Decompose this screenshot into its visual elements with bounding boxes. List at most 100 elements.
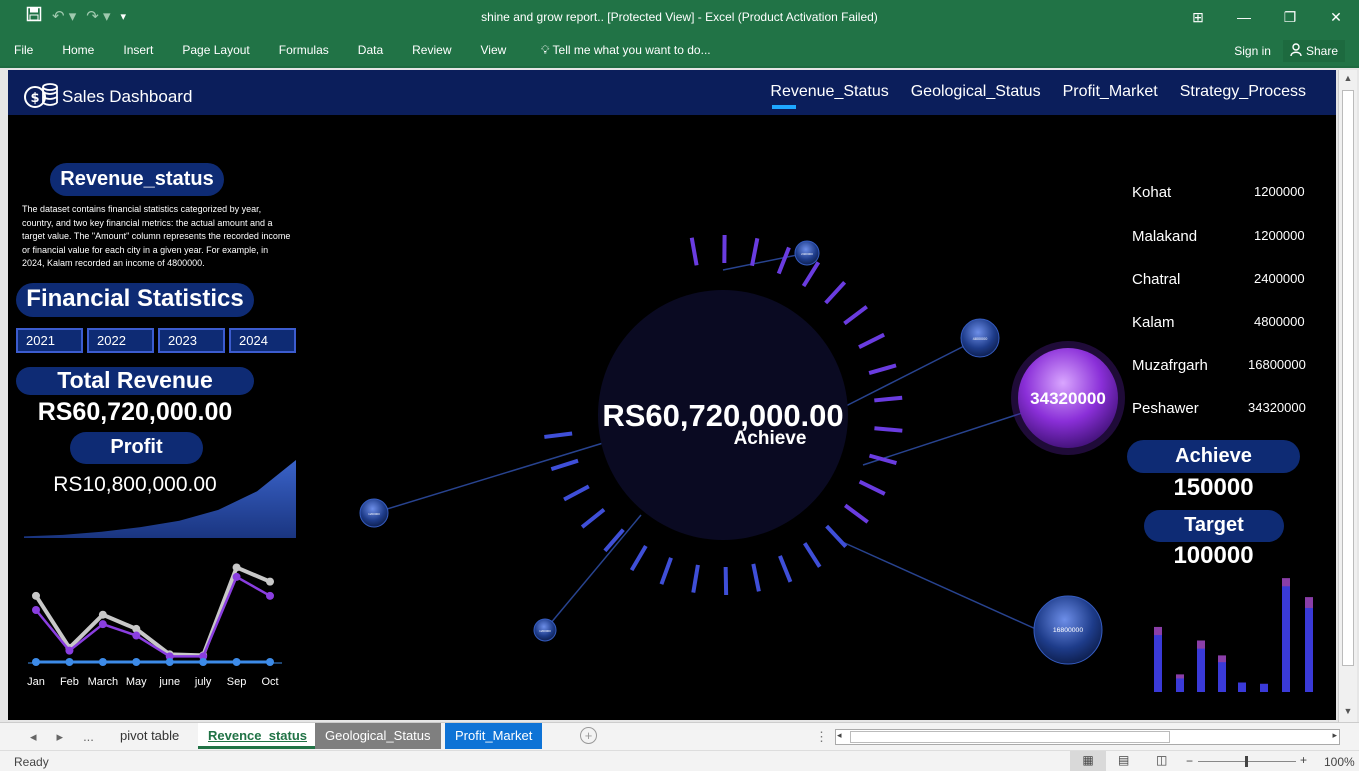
zoom-level[interactable]: 100% bbox=[1324, 755, 1355, 769]
line-point bbox=[266, 658, 274, 666]
target-value: 100000 bbox=[1173, 542, 1254, 569]
ribbon-tab-view[interactable]: View bbox=[481, 43, 507, 57]
bubble-label: 16800000 bbox=[1053, 627, 1083, 634]
section-title: Revenue_status bbox=[50, 163, 224, 196]
sign-in-link[interactable]: Sign in bbox=[1234, 44, 1271, 58]
connector-line bbox=[837, 539, 1039, 631]
sheet-tab-profit-market[interactable]: Profit_Market bbox=[445, 723, 543, 749]
gauge-tick bbox=[580, 508, 606, 529]
dashboard-brand: $ Sales Dashboard bbox=[22, 79, 192, 114]
sheet-tab-geological-status[interactable]: Geological_Status bbox=[315, 723, 441, 749]
bar bbox=[1260, 683, 1268, 692]
zoom-out-button[interactable]: − bbox=[1186, 754, 1193, 768]
city-name: Chatral bbox=[1132, 271, 1181, 288]
ribbon-tab-home[interactable]: Home bbox=[62, 43, 94, 57]
lightbulb-icon: 💡︎ bbox=[541, 43, 550, 57]
status-ready: Ready bbox=[14, 755, 49, 769]
line-point bbox=[32, 658, 40, 666]
new-sheet-button[interactable]: + bbox=[580, 727, 597, 744]
restore-button[interactable]: ❐ bbox=[1267, 0, 1313, 34]
connector-line bbox=[544, 514, 642, 631]
share-button[interactable]: Share bbox=[1282, 40, 1345, 62]
achieve-value: 150000 bbox=[1173, 474, 1254, 501]
city-name: Muzafrgarh bbox=[1132, 357, 1208, 374]
bubble-label: 4800000 bbox=[973, 337, 988, 341]
city-value: 16800000 bbox=[1248, 357, 1306, 372]
bar bbox=[1305, 607, 1313, 692]
year-slicer: 2021 2022 2023 2024 bbox=[16, 328, 296, 353]
nav-profit-market[interactable]: Profit_Market bbox=[1063, 83, 1158, 101]
line-point bbox=[98, 620, 107, 629]
prev-sheet-icon[interactable]: ◂ bbox=[30, 729, 37, 745]
normal-view-icon[interactable]: ▦ bbox=[1070, 751, 1106, 771]
total-revenue-label: Total Revenue bbox=[16, 367, 254, 395]
city-name: Malakand bbox=[1132, 228, 1198, 245]
line-point bbox=[98, 610, 107, 619]
line-point bbox=[165, 658, 174, 666]
excel-window: ↶ ▾ ↷ ▾ ▾ shine and grow report.. [Prote… bbox=[0, 0, 1359, 771]
x-tick-label: june bbox=[158, 676, 180, 688]
city-value: 2400000 bbox=[1254, 271, 1305, 286]
city-name: Kalam bbox=[1132, 314, 1175, 331]
scroll-left-icon[interactable]: ◂ bbox=[837, 730, 842, 741]
tab-splitter[interactable]: ⋮ bbox=[815, 729, 828, 745]
city-value: 4800000 bbox=[1254, 314, 1305, 329]
profit-area-chart bbox=[24, 460, 296, 538]
ribbon-tab-formulas[interactable]: Formulas bbox=[279, 43, 329, 57]
horizontal-scrollbar[interactable]: ◂ ▸ bbox=[835, 729, 1340, 745]
x-tick-label: May bbox=[126, 676, 147, 688]
sheet-tab-pivot-table[interactable]: pivot table bbox=[110, 723, 189, 749]
ribbon-tab-page-layout[interactable]: Page Layout bbox=[182, 43, 249, 57]
city-name: Kohat bbox=[1132, 184, 1172, 201]
year-button-2023[interactable]: 2023 bbox=[158, 328, 225, 353]
dataset-description: The dataset contains financial statistic… bbox=[22, 204, 291, 268]
dashboard-sheet: $ Sales Dashboard Revenue_Status Geologi… bbox=[8, 70, 1336, 720]
line-point bbox=[32, 591, 40, 600]
gauge-tick bbox=[843, 503, 869, 524]
year-button-2021[interactable]: 2021 bbox=[16, 328, 83, 353]
ribbon-tab-review[interactable]: Review bbox=[412, 43, 451, 57]
year-button-2024[interactable]: 2024 bbox=[229, 328, 296, 353]
next-sheet-icon[interactable]: ▸ bbox=[57, 729, 64, 745]
line-point bbox=[232, 563, 241, 572]
page-break-view-icon[interactable]: ◫ bbox=[1156, 753, 1167, 767]
scroll-right-icon[interactable]: ▸ bbox=[1332, 730, 1337, 741]
bar bbox=[1282, 586, 1290, 692]
nav-revenue-status[interactable]: Revenue_Status bbox=[770, 83, 889, 109]
zoom-in-button[interactable]: + bbox=[1300, 753, 1307, 767]
ribbon-display-options-icon[interactable]: ⊞ bbox=[1175, 0, 1221, 34]
line-point bbox=[132, 658, 141, 666]
line-point bbox=[266, 577, 274, 586]
close-button[interactable]: ✕ bbox=[1313, 0, 1359, 34]
sheet-tab-revence-status[interactable]: Revence_status bbox=[198, 723, 317, 749]
ribbon-tab-insert[interactable]: Insert bbox=[123, 43, 153, 57]
horizontal-scroll-thumb[interactable] bbox=[850, 731, 1170, 743]
ribbon-tab-data[interactable]: Data bbox=[358, 43, 383, 57]
line-point bbox=[232, 658, 241, 666]
tell-me-box[interactable]: 💡︎ Tell me what you want to do... bbox=[541, 43, 711, 58]
bubble-label: 2400000 bbox=[801, 252, 813, 256]
ribbon-tab-file[interactable]: File bbox=[14, 43, 33, 57]
share-label: Share bbox=[1305, 44, 1338, 58]
nav-strategy-process[interactable]: Strategy_Process bbox=[1180, 83, 1306, 101]
page-layout-view-icon[interactable]: ▤ bbox=[1118, 753, 1129, 767]
scroll-down-icon[interactable]: ▼ bbox=[1342, 706, 1354, 720]
vertical-scroll-thumb[interactable] bbox=[1342, 90, 1354, 666]
city-value: 34320000 bbox=[1248, 400, 1306, 415]
year-button-2022[interactable]: 2022 bbox=[87, 328, 154, 353]
vertical-scrollbar[interactable]: ▲ ▼ bbox=[1338, 70, 1357, 722]
minimize-button[interactable]: — bbox=[1221, 0, 1267, 34]
total-revenue-value: RS60,720,000.00 bbox=[37, 398, 233, 426]
financial-statistics-title: Financial Statistics bbox=[16, 283, 254, 317]
nav-geological-status[interactable]: Geological_Status bbox=[911, 83, 1041, 101]
city-value: 1200000 bbox=[1254, 184, 1305, 199]
ribbon: File Home Insert Page Layout Formulas Da… bbox=[0, 34, 1359, 68]
dashboard-nav: Revenue_Status Geological_Status Profit_… bbox=[770, 83, 1306, 109]
line-point bbox=[65, 658, 74, 666]
scroll-up-icon[interactable]: ▲ bbox=[1342, 73, 1354, 87]
more-sheets-button[interactable]: ... bbox=[83, 729, 94, 745]
zoom-slider-thumb[interactable] bbox=[1245, 756, 1248, 767]
peshawer-bubble-label: 34320000 bbox=[1030, 389, 1106, 408]
area-series bbox=[24, 460, 296, 538]
x-tick-label: july bbox=[194, 676, 212, 688]
